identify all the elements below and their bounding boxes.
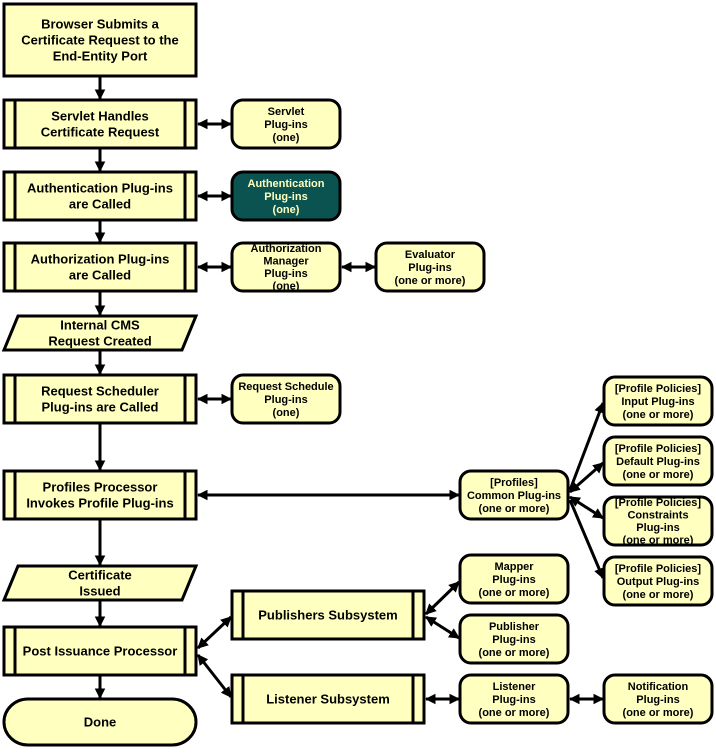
node-label-line: (one or more)	[623, 535, 694, 547]
node-mapper-plugins: MapperPlug-ins(one or more)	[458, 553, 570, 605]
node-authorization-manager-plugins: AuthorizationManagerPlug-ins(one)	[230, 241, 342, 293]
node-label-line: (one or more)	[623, 589, 694, 601]
node-label-line: Certificate Request to the	[21, 33, 178, 48]
node-label-line: Invokes Profile Plug-ins	[26, 496, 173, 511]
node-label-line: Evaluator	[405, 249, 456, 261]
node-input-plugins: [Profile Policies]Input Plug-ins(one or …	[602, 375, 714, 427]
node-label-line: Done	[84, 715, 117, 730]
node-profiles-common-plugins: [Profiles]Common Plug-ins(one or more)	[458, 469, 570, 521]
node-label-line: (one or more)	[395, 275, 466, 287]
node-authentication-called: Authentication Plug-insare Called	[2, 170, 198, 222]
node-label-line: (one)	[273, 281, 300, 293]
node-done: Done	[2, 697, 198, 747]
certificate-request-flow-diagram: Browser Submits aCertificate Request to …	[1, 2, 714, 747]
node-label-line: Plug-ins	[264, 191, 307, 203]
node-browser-submits: Browser Submits aCertificate Request to …	[2, 2, 198, 78]
node-label-line: Listener	[493, 681, 537, 693]
node-label-line: Mapper	[494, 561, 534, 573]
node-label-line: Plug-ins	[264, 119, 307, 131]
node-servlet-handles: Servlet HandlesCertificate Request	[2, 98, 198, 150]
node-listener-plugins: ListenerPlug-ins(one or more)	[458, 673, 570, 725]
arrow-publishers-subsystem-to-publisher-plugins	[425, 615, 460, 640]
node-label-line: [Profile Policies]	[615, 497, 702, 509]
node-label-line: Plug-ins	[636, 694, 679, 706]
node-label-line: Post Issuance Processor	[23, 644, 178, 659]
arrow-post-issuance-to-publishers-subsystem	[196, 615, 233, 650]
node-label-line: Servlet	[268, 106, 305, 118]
node-label-line: Authorization	[251, 243, 322, 255]
node-notification-plugins: NotificationPlug-ins(one or more)	[602, 673, 714, 725]
node-label-line: Plug-ins	[492, 574, 535, 586]
node-label-line: [Profile Policies]	[615, 563, 702, 575]
node-certificate-issued: CertificateIssued	[1, 564, 199, 602]
node-label-line: Authentication Plug-ins	[27, 181, 173, 196]
arrow-publishers-subsystem-to-mapper-plugins	[424, 580, 461, 616]
node-label-line: Common Plug-ins	[467, 490, 561, 502]
nodes: Browser Submits aCertificate Request to …	[1, 2, 714, 747]
node-label-line: (one or more)	[479, 503, 550, 515]
node-label-line: Listener Subsystem	[266, 692, 390, 707]
node-request-scheduler-called: Request SchedulerPlug-ins are Called	[2, 373, 198, 425]
node-label-line: Servlet Handles	[51, 109, 149, 124]
node-servlet-plugins: ServletPlug-ins(one)	[230, 98, 342, 150]
node-label-line: Profiles Processor	[43, 480, 158, 495]
node-label-line: Certificate	[68, 568, 132, 583]
node-label-line: Plug-ins	[264, 394, 307, 406]
node-label-line: (one or more)	[623, 469, 694, 481]
node-label-line: Publishers Subsystem	[258, 608, 397, 623]
node-label-line: (one)	[273, 204, 300, 216]
node-request-schedule-plugins: Request SchedulePlug-ins(one)	[230, 373, 342, 425]
node-label-line: (one or more)	[623, 409, 694, 421]
node-post-issuance: Post Issuance Processor	[2, 625, 198, 677]
node-output-plugins: [Profile Policies]Output Plug-ins(one or…	[602, 555, 714, 607]
node-label-line: Internal CMS	[60, 318, 140, 333]
node-label-line: [Profile Policies]	[615, 443, 702, 455]
node-authorization-called: Authorization Plug-insare Called	[2, 241, 198, 293]
node-profiles-processor: Profiles ProcessorInvokes Profile Plug-i…	[2, 469, 198, 521]
node-label-line: Publisher	[489, 621, 540, 633]
node-label-line: Notification	[628, 681, 689, 693]
node-label-line: Plug-ins are Called	[41, 400, 158, 415]
node-default-plugins: [Profile Policies]Default Plug-ins(one o…	[602, 435, 714, 487]
node-publishers-subsystem: Publishers Subsystem	[230, 589, 426, 641]
node-label-line: Issued	[79, 584, 120, 599]
node-label-line: Request Scheduler	[41, 384, 159, 399]
node-label-line: Authentication	[248, 178, 325, 190]
arrow-post-issuance-to-listener-subsystem	[196, 654, 233, 698]
node-label-line: Input Plug-ins	[621, 396, 694, 408]
node-label-line: (one or more)	[479, 707, 550, 719]
node-label-line: Plug-ins	[492, 634, 535, 646]
node-internal-cms-request: Internal CMSRequest Created	[1, 314, 199, 352]
node-label-line: Manager	[263, 256, 309, 268]
node-label-line: are Called	[69, 197, 131, 212]
node-label-line: are Called	[69, 268, 131, 283]
node-evaluator-plugins: EvaluatorPlug-ins(one or more)	[374, 241, 486, 293]
node-label-line: Plug-ins	[408, 262, 451, 274]
arrow-profiles-common-plugins-to-output-plugins	[568, 499, 605, 579]
node-label-line: Output Plug-ins	[617, 576, 699, 588]
node-label-line: (one or more)	[623, 707, 694, 719]
node-label-line: (one)	[273, 407, 300, 419]
node-label-line: Browser Submits a	[41, 17, 160, 32]
node-label-line: (one or more)	[479, 647, 550, 659]
node-label-line: [Profiles]	[490, 477, 538, 489]
node-authentication-plugins: AuthenticationPlug-ins(one)	[230, 170, 342, 222]
node-constraints-plugins: [Profile Policies]ConstraintsPlug-ins(on…	[602, 495, 714, 547]
node-label-line: Default Plug-ins	[616, 456, 700, 468]
node-label-line: End-Entity Port	[53, 49, 148, 64]
node-label-line: Plug-ins	[264, 268, 307, 280]
node-label-line: [Profile Policies]	[615, 383, 702, 395]
node-label-line: Certificate Request	[41, 125, 160, 140]
node-label-line: Authorization Plug-ins	[31, 252, 170, 267]
node-label-line: Constraints	[627, 510, 688, 522]
node-label-line: Request Created	[48, 334, 151, 349]
node-label-line: (one or more)	[479, 587, 550, 599]
node-label-line: Plug-ins	[492, 694, 535, 706]
node-label-line: Request Schedule	[238, 381, 333, 393]
node-publisher-plugins: PublisherPlug-ins(one or more)	[458, 613, 570, 665]
node-label-line: Plug-ins	[636, 522, 679, 534]
node-listener-subsystem: Listener Subsystem	[230, 673, 426, 725]
node-label-line: (one)	[273, 132, 300, 144]
